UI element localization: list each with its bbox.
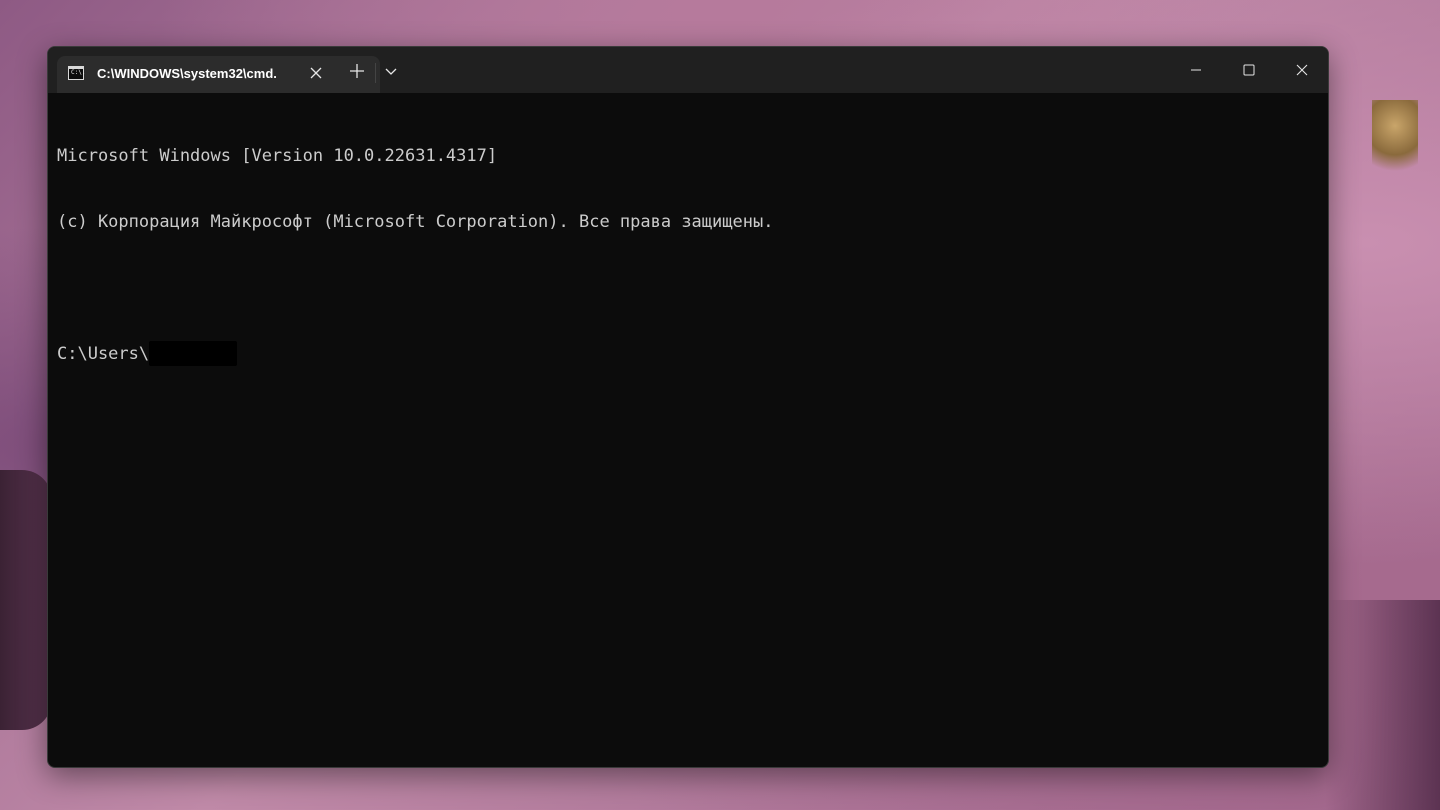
close-button[interactable] — [1275, 47, 1328, 93]
terminal-window: C:\. C:\WINDOWS\system32\cmd. Microsoft … — [47, 46, 1329, 768]
tab-dropdown-button[interactable] — [381, 61, 401, 81]
wallpaper-art — [0, 470, 52, 730]
wallpaper-art — [1372, 100, 1418, 186]
plus-icon — [350, 64, 364, 78]
command-prompt[interactable]: C:\Users\ — [57, 341, 1318, 366]
tab-divider — [375, 63, 376, 83]
window-controls — [1169, 47, 1328, 93]
redacted-username — [149, 341, 238, 366]
new-tab-button[interactable] — [345, 59, 369, 83]
tab-cmd[interactable]: C:\. C:\WINDOWS\system32\cmd. — [57, 56, 380, 93]
maximize-button[interactable] — [1222, 47, 1275, 93]
minimize-icon — [1190, 69, 1201, 71]
tab-title: C:\WINDOWS\system32\cmd. — [97, 66, 277, 81]
wallpaper-art — [1325, 600, 1440, 810]
close-icon — [1296, 64, 1307, 76]
prompt-path: C:\Users\ — [57, 344, 150, 364]
close-icon — [310, 67, 322, 79]
terminal-icon-text: C:\. — [71, 69, 86, 76]
maximize-icon — [1243, 64, 1254, 76]
title-bar[interactable]: C:\. C:\WINDOWS\system32\cmd. — [48, 47, 1328, 93]
minimize-button[interactable] — [1169, 47, 1222, 93]
terminal-icon: C:\. — [68, 66, 86, 80]
console-output[interactable]: Microsoft Windows [Version 10.0.22631.43… — [57, 101, 1318, 757]
chevron-down-icon — [385, 68, 397, 75]
tab-close-button[interactable] — [307, 64, 325, 82]
console-line-version: Microsoft Windows [Version 10.0.22631.43… — [57, 146, 498, 166]
console-line-copyright: (c) Корпорация Майкрософт (Microsoft Cor… — [57, 212, 774, 232]
